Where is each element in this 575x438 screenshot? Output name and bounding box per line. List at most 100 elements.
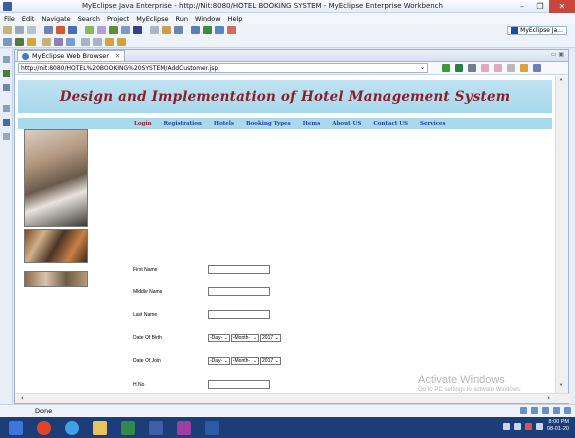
horizontal-scrollbar[interactable]: ‹ ›	[15, 393, 570, 403]
run-launch-icon[interactable]	[203, 26, 212, 34]
menu-myeclipse[interactable]: MyEclipse	[136, 15, 168, 23]
doj-month-select[interactable]: -Month- ⌄	[230, 356, 260, 365]
taskbar-myeclipse[interactable]	[144, 419, 168, 436]
servers-icon[interactable]	[3, 133, 10, 140]
search-icon[interactable]	[150, 26, 159, 34]
menu-edit[interactable]: Edit	[22, 15, 35, 23]
wizard-icon[interactable]	[97, 26, 106, 34]
menu-window[interactable]: Window	[195, 15, 221, 23]
outline-icon[interactable]	[3, 119, 10, 126]
task-icon[interactable]	[174, 26, 183, 34]
scroll-up-icon[interactable]: ˄	[559, 78, 563, 87]
menu-search[interactable]: Search	[78, 15, 100, 23]
forward-nav-icon[interactable]	[494, 64, 502, 72]
taskbar-explorer[interactable]	[88, 419, 112, 436]
nav-items[interactable]: Items	[303, 121, 321, 127]
back-nav-icon[interactable]	[481, 64, 489, 72]
settings-icon[interactable]	[468, 64, 476, 72]
nav-hotels[interactable]: Hotels	[214, 121, 234, 127]
back-icon[interactable]	[105, 37, 114, 46]
folder-icon[interactable]	[27, 37, 36, 46]
taskbar-excel[interactable]	[116, 419, 140, 436]
url-field[interactable]: http://nit:8080/HOTEL%20BOOKING%20SYSTEM…	[18, 63, 428, 73]
annotation-icon[interactable]	[54, 37, 63, 46]
menu-file[interactable]: File	[4, 15, 15, 23]
restore-icon[interactable]	[3, 56, 10, 63]
web-icon[interactable]	[85, 26, 94, 34]
url-dropdown-icon[interactable]: ⌄	[420, 64, 425, 71]
dob-day-select[interactable]: -Day- ⌄	[208, 333, 230, 342]
open-resource-icon[interactable]	[15, 37, 24, 46]
start-button[interactable]	[4, 419, 28, 436]
forward-icon[interactable]	[117, 37, 126, 46]
deploy-icon[interactable]	[44, 26, 53, 34]
nav-login[interactable]: Login	[134, 121, 151, 127]
taskbar-app[interactable]	[172, 419, 196, 436]
doj-day-select[interactable]: -Day- ⌄	[208, 356, 230, 365]
first-name-input[interactable]	[208, 265, 270, 274]
nav-services[interactable]: Services	[420, 121, 446, 127]
save-icon[interactable]	[15, 26, 24, 34]
nav-registration[interactable]: Registration	[163, 121, 201, 127]
flag-icon[interactable]	[524, 422, 532, 430]
prev-annotation-icon[interactable]	[93, 37, 102, 46]
pencil-icon[interactable]	[66, 37, 75, 46]
tab-myeclipse-web-browser[interactable]: MyEclipse Web Browser ✕	[17, 50, 126, 61]
go-icon[interactable]	[442, 64, 450, 72]
perspective-switcher[interactable]: MyEclipse Ja...	[507, 26, 567, 35]
taskbar-ie[interactable]	[60, 419, 84, 436]
last-name-input[interactable]	[208, 310, 270, 319]
tray-arrow-icon[interactable]	[502, 422, 510, 430]
nav-contact-us[interactable]: Contact US	[373, 121, 408, 127]
maximize-button[interactable]: ❐	[531, 0, 549, 13]
doj-year-select[interactable]: 2017 ⌄	[260, 356, 281, 365]
tab-close-icon[interactable]: ✕	[115, 52, 120, 60]
package-icon[interactable]	[162, 26, 171, 34]
next-annotation-icon[interactable]	[81, 37, 90, 46]
dob-year-select[interactable]: 2017 ⌄	[260, 333, 281, 342]
refresh-icon[interactable]	[455, 64, 463, 72]
taskbar-word[interactable]	[200, 419, 224, 436]
gear-icon[interactable]	[191, 26, 200, 34]
hierarchy-icon[interactable]	[3, 84, 10, 91]
run-icon[interactable]	[109, 26, 118, 34]
status-icon-2[interactable]	[531, 407, 538, 414]
browser-icon[interactable]	[68, 26, 77, 34]
server-icon[interactable]	[56, 26, 65, 34]
nav-booking-types[interactable]: Booking Types	[246, 121, 291, 127]
status-icon-3[interactable]	[542, 407, 549, 414]
middle-name-input[interactable]	[208, 287, 270, 296]
browser-menu-icon[interactable]	[533, 64, 541, 72]
clock[interactable]: 8:00 PM 08-01-20	[547, 419, 569, 433]
status-icon-4[interactable]	[553, 407, 560, 414]
menu-project[interactable]: Project	[107, 15, 129, 23]
close-button[interactable]: ✕	[549, 0, 575, 13]
menu-run[interactable]: Run	[176, 15, 188, 23]
dob-month-select[interactable]: -Month- ⌄	[230, 333, 260, 342]
package-explorer-icon[interactable]	[3, 70, 10, 77]
scroll-down-icon[interactable]: ˅	[559, 383, 563, 392]
status-icon-5[interactable]	[564, 407, 571, 414]
stop-icon[interactable]	[507, 64, 515, 72]
scroll-right-icon[interactable]: ›	[547, 394, 550, 402]
profile-icon[interactable]	[133, 26, 142, 34]
menu-navigate[interactable]: Navigate	[41, 15, 70, 23]
volume-icon[interactable]	[535, 422, 543, 430]
minimize-maximize-icon[interactable]: ▭ ▣	[551, 51, 564, 58]
scroll-left-icon[interactable]: ‹	[21, 394, 24, 402]
print-icon[interactable]	[27, 26, 36, 34]
external-tools-icon[interactable]	[227, 26, 236, 34]
jsp-icon[interactable]	[42, 37, 51, 46]
debug-launch-icon[interactable]	[215, 26, 224, 34]
network-icon[interactable]	[513, 422, 521, 430]
menu-help[interactable]: Help	[228, 15, 243, 23]
status-icon-1[interactable]	[520, 407, 527, 414]
restore-icon-2[interactable]	[3, 105, 10, 112]
debug-icon[interactable]	[121, 26, 130, 34]
minimize-button[interactable]: –	[513, 0, 531, 13]
vertical-scrollbar[interactable]: ˄ ˅	[555, 76, 568, 394]
taskbar-chrome[interactable]	[32, 419, 56, 436]
open-type-icon[interactable]	[3, 37, 12, 46]
hno-input[interactable]	[208, 380, 270, 389]
home-icon[interactable]	[520, 64, 528, 72]
